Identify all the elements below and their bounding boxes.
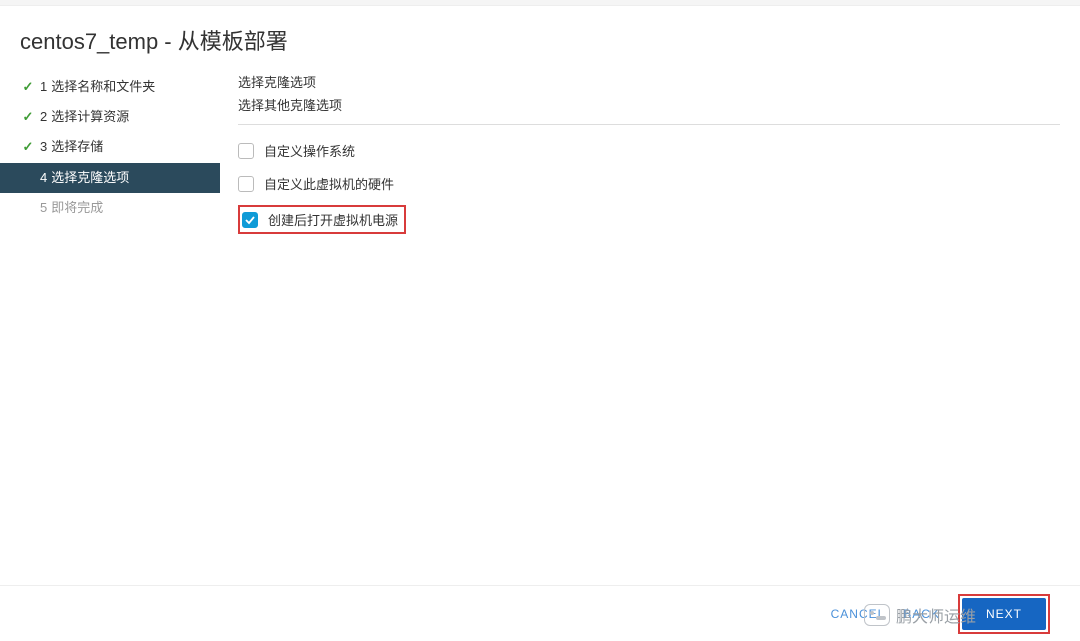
- step-4-clone-options[interactable]: ✓ 4 选择克隆选项: [0, 163, 220, 193]
- step-label: 选择克隆选项: [51, 169, 210, 187]
- option-customize-hardware[interactable]: 自定义此虚拟机的硬件: [238, 172, 1060, 195]
- cancel-button[interactable]: CANCEL: [831, 607, 886, 621]
- step-number: 2: [40, 108, 47, 126]
- option-power-on-after-create[interactable]: 创建后打开虚拟机电源: [242, 210, 398, 229]
- check-icon: ✓: [20, 78, 36, 96]
- step-number: 5: [40, 199, 47, 217]
- step-number: 3: [40, 138, 47, 156]
- step-label: 即将完成: [51, 199, 210, 217]
- step-label: 选择存储: [51, 138, 210, 156]
- step-1-name-folder[interactable]: ✓ 1 选择名称和文件夹: [0, 72, 220, 102]
- back-button[interactable]: BACK: [903, 607, 940, 621]
- section-heading: 选择克隆选项: [238, 72, 1060, 91]
- checkbox-icon[interactable]: [238, 143, 254, 159]
- section-subheading: 选择其他克隆选项: [238, 95, 1060, 124]
- checkbox-icon[interactable]: [238, 176, 254, 192]
- option-customize-os[interactable]: 自定义操作系统: [238, 139, 1060, 162]
- divider: [238, 124, 1060, 125]
- annotation-highlight: NEXT: [958, 594, 1050, 634]
- dialog-title: centos7_temp - 从模板部署: [0, 6, 1080, 68]
- step-number: 1: [40, 78, 47, 96]
- check-icon: ✓: [20, 138, 36, 156]
- clone-options-group: 自定义操作系统 自定义此虚拟机的硬件 创建后打开虚拟机电源: [238, 139, 1060, 234]
- check-icon: ✓: [20, 199, 36, 217]
- option-label: 自定义操作系统: [264, 141, 355, 160]
- option-label: 创建后打开虚拟机电源: [268, 210, 398, 229]
- step-3-storage[interactable]: ✓ 3 选择存储: [0, 132, 220, 162]
- wizard-footer: CANCEL BACK NEXT: [0, 585, 1080, 641]
- annotation-highlight: 创建后打开虚拟机电源: [238, 205, 406, 234]
- step-label: 选择名称和文件夹: [51, 78, 210, 96]
- check-icon: ✓: [20, 108, 36, 126]
- option-label: 自定义此虚拟机的硬件: [264, 174, 394, 193]
- wizard-sidebar: ✓ 1 选择名称和文件夹 ✓ 2 选择计算资源 ✓ 3 选择存储 ✓ 4 选择克…: [0, 68, 220, 588]
- step-2-compute-resource[interactable]: ✓ 2 选择计算资源: [0, 102, 220, 132]
- wizard-content: 选择克隆选项 选择其他克隆选项 自定义操作系统 自定义此虚拟机的硬件: [220, 68, 1080, 588]
- checkbox-icon[interactable]: [242, 212, 258, 228]
- step-label: 选择计算资源: [51, 108, 210, 126]
- step-5-ready: ✓ 5 即将完成: [0, 193, 220, 223]
- step-number: 4: [40, 169, 47, 187]
- next-button[interactable]: NEXT: [962, 598, 1046, 630]
